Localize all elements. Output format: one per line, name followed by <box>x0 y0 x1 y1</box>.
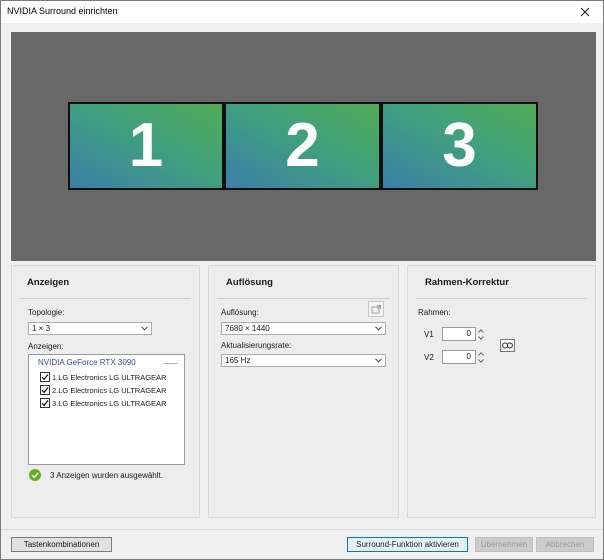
checkmark-icon <box>41 387 49 394</box>
panel-aufloesung: Auflösung Auflösung: 7680 × 1440 Aktuali… <box>208 265 399 518</box>
display-item-3[interactable]: 3.LG Electronics LG ULTRAGEAR <box>40 397 166 409</box>
display-item-2[interactable]: 2.LG Electronics LG ULTRAGEAR <box>40 384 166 396</box>
divider <box>217 298 390 299</box>
monitor-number: 1 <box>128 111 164 180</box>
display-label: 2.LG Electronics LG ULTRAGEAR <box>52 385 167 395</box>
monitor-number: 3 <box>442 111 477 180</box>
stepper-up-icon[interactable] <box>476 327 486 334</box>
status-text: 3 Anzeigen wurden ausgewählt. <box>50 470 163 480</box>
v1-label: V1 <box>424 330 434 339</box>
surround-preview: 1 2 3 <box>11 32 596 261</box>
stepper-down-icon[interactable] <box>476 357 486 364</box>
resolution-label: Auflösung: <box>221 308 259 317</box>
display-list: NVIDIA GeForce RTX 3090 1.LG Electronics… <box>28 354 185 465</box>
monitor-number: 2 <box>285 111 320 180</box>
window-title: NVIDIA Surround einrichten <box>7 6 118 16</box>
chevron-down-icon <box>375 358 382 363</box>
link-icon <box>502 342 513 349</box>
resolution-settings-icon <box>371 304 381 313</box>
panel-title: Rahmen-Korrektur <box>425 277 509 288</box>
rahmen-label: Rahmen: <box>418 308 451 317</box>
close-icon <box>580 7 590 17</box>
v1-input[interactable]: 0 <box>442 327 476 341</box>
chevron-down-icon <box>375 326 382 331</box>
divider <box>20 298 191 299</box>
divider <box>1 529 603 530</box>
v1-stepper[interactable] <box>476 327 486 341</box>
display-checkbox[interactable] <box>40 385 50 395</box>
success-check-icon <box>29 469 41 481</box>
monitor-3[interactable]: 3 <box>381 102 538 190</box>
display-item-1[interactable]: 1.LG Electronics LG ULTRAGEAR <box>40 371 166 383</box>
stepper-down-icon[interactable] <box>476 334 486 341</box>
custom-resolution-button[interactable] <box>368 301 384 317</box>
resolution-value: 7680 × 1440 <box>225 324 270 333</box>
resolution-select[interactable]: 7680 × 1440 <box>221 322 386 335</box>
link-values-button[interactable] <box>500 339 515 352</box>
chevron-down-icon <box>141 326 148 331</box>
shortcuts-button[interactable]: Tastenkombinationen <box>11 537 112 552</box>
panel-title: Auflösung <box>226 277 273 288</box>
v2-label: V2 <box>424 353 434 362</box>
gpu-name: NVIDIA GeForce RTX 3090 <box>38 358 136 367</box>
refresh-select[interactable]: 165 Hz <box>221 354 386 367</box>
display-checkbox[interactable] <box>40 398 50 408</box>
display-label: 1.LG Electronics LG ULTRAGEAR <box>52 372 167 382</box>
panel-rahmen: Rahmen-Korrektur Rahmen: V1 0 V2 0 <box>407 265 596 518</box>
close-button[interactable] <box>573 2 597 22</box>
stepper-up-icon[interactable] <box>476 350 486 357</box>
apply-button[interactable]: Übernehmen <box>475 537 533 552</box>
topologie-value: 1 × 3 <box>32 324 51 333</box>
refresh-label: Aktualisierungsrate: <box>221 341 292 350</box>
topologie-select[interactable]: 1 × 3 <box>28 322 152 335</box>
panel-anzeigen: Anzeigen Topologie: 1 × 3 Anzeigen: NVID… <box>11 265 200 518</box>
monitor-1[interactable]: 1 <box>68 102 224 190</box>
checkmark-icon <box>41 400 49 407</box>
anzeigen-label: Anzeigen: <box>28 342 64 351</box>
display-checkbox[interactable] <box>40 372 50 382</box>
display-label: 3.LG Electronics LG ULTRAGEAR <box>52 398 167 408</box>
activate-surround-button[interactable]: Surround-Funktion aktivieren <box>347 537 468 552</box>
panel-title: Anzeigen <box>27 277 70 288</box>
topologie-label: Topologie: <box>28 308 65 317</box>
cancel-button[interactable]: Abbrechen <box>536 537 594 552</box>
checkmark-icon <box>41 374 49 381</box>
selection-status: 3 Anzeigen wurden ausgewählt. <box>29 469 163 481</box>
surround-dialog: NVIDIA Surround einrichten 1 2 3 Anzeige… <box>0 0 604 560</box>
refresh-value: 165 Hz <box>225 356 251 365</box>
monitor-2[interactable]: 2 <box>224 102 381 190</box>
v2-stepper[interactable] <box>476 350 486 364</box>
title-bar: NVIDIA Surround einrichten <box>1 1 603 23</box>
divider <box>164 363 178 364</box>
divider <box>416 298 587 299</box>
v2-input[interactable]: 0 <box>442 350 476 364</box>
